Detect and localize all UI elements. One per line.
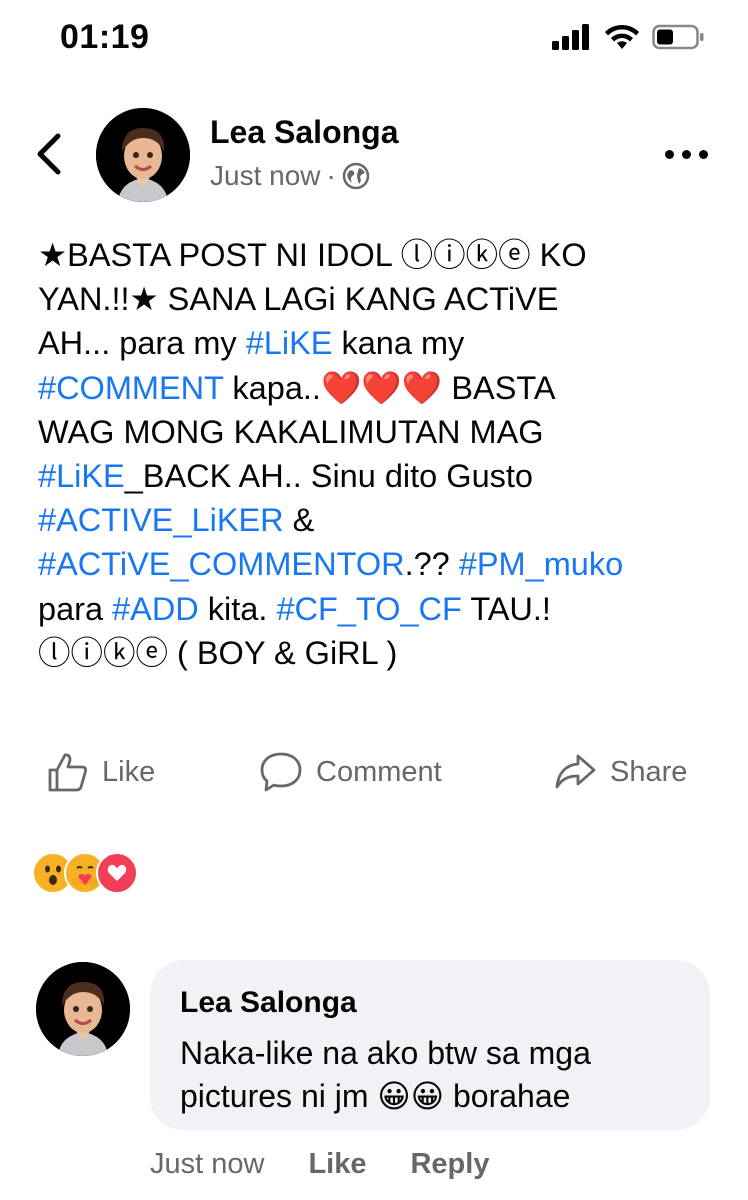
author-avatar[interactable] bbox=[96, 108, 190, 202]
share-arrow-icon bbox=[555, 754, 596, 789]
hashtag-link[interactable]: #ACTiVE_COMMENTOR bbox=[38, 546, 405, 582]
comment-text: Naka-like na ako btw sa mga pictures ni … bbox=[180, 1035, 591, 1114]
post-text: WAG MONG KAKALIMUTAN MAG bbox=[38, 413, 544, 450]
post-body-line: #COMMENT kapa..❤️❤️❤️ BASTA bbox=[38, 366, 718, 410]
wifi-icon bbox=[605, 24, 639, 49]
comment-button[interactable]: Comment bbox=[258, 748, 442, 796]
post-text: kana my bbox=[332, 325, 465, 362]
commenter-avatar[interactable] bbox=[36, 962, 130, 1056]
commenter-name[interactable]: Lea Salonga bbox=[180, 986, 357, 1020]
status-icons bbox=[552, 24, 704, 50]
post-body: ★BASTA POST NI IDOL ⓛⓘⓚⓔ KO YAN.!!★ SANA … bbox=[38, 233, 718, 675]
post-body-line: ⓛⓘⓚⓔ ( BOY & GiRL ) bbox=[38, 631, 718, 675]
post-body-line: AH... para my #LiKE kana my bbox=[38, 321, 718, 365]
post-meta: Just now · bbox=[210, 160, 370, 192]
post-body-line: #ACTiVE_COMMENTOR.?? #PM_muko bbox=[38, 542, 718, 586]
hashtag-link[interactable]: #CF_TO_CF bbox=[276, 591, 461, 627]
hashtag-link[interactable]: #COMMENT bbox=[38, 370, 223, 406]
comment-bubble-icon bbox=[260, 752, 302, 792]
comment-reply-button[interactable]: Reply bbox=[410, 1148, 489, 1181]
post-text: kita. bbox=[198, 590, 277, 627]
more-options-icon[interactable] bbox=[665, 150, 708, 159]
hashtag-link[interactable]: #ACTIVE_LiKER bbox=[38, 502, 284, 538]
post-text: _BACK AH.. Sinu dito Gusto bbox=[124, 458, 533, 495]
avatar-illustration bbox=[36, 962, 130, 1056]
post-body-line: #LiKE_BACK AH.. Sinu dito Gusto bbox=[38, 454, 718, 498]
post-body-line: WAG MONG KAKALIMUTAN MAG bbox=[38, 410, 718, 454]
hashtag-link[interactable]: #LiKE bbox=[246, 325, 333, 361]
comment-time[interactable]: Just now bbox=[150, 1148, 264, 1181]
hashtag-link[interactable]: #LiKE bbox=[38, 458, 125, 494]
share-button[interactable]: Share bbox=[554, 748, 687, 796]
post-text: .?? bbox=[404, 546, 459, 583]
post-body-line: YAN.!!★ SANA LAGi KANG ACTiVE bbox=[38, 277, 718, 321]
meta-separator: · bbox=[326, 160, 336, 191]
thumbs-up-icon bbox=[48, 753, 87, 792]
post-text: ★BASTA POST NI IDOL ⓛⓘⓚⓔ KO bbox=[38, 237, 587, 273]
hashtag-link[interactable]: #ADD bbox=[112, 591, 199, 627]
post-body-line: #ACTIVE_LiKER & bbox=[38, 498, 718, 542]
post-text: YAN.!!★ SANA LAGi KANG ACTiVE bbox=[38, 281, 559, 318]
post-body-line: para #ADD kita. #CF_TO_CF TAU.! bbox=[38, 587, 718, 631]
comment-like-button[interactable]: Like bbox=[308, 1148, 366, 1181]
author-name[interactable]: Lea Salonga bbox=[210, 114, 399, 151]
love-icon bbox=[96, 852, 138, 894]
comment-label: Comment bbox=[316, 755, 442, 788]
like-label: Like bbox=[102, 755, 156, 788]
post-text: kapa..❤️❤️❤️ BASTA bbox=[223, 369, 556, 406]
status-time: 01:19 bbox=[60, 18, 150, 56]
battery-icon bbox=[652, 24, 704, 50]
share-label: Share bbox=[610, 755, 688, 788]
post-time[interactable]: Just now bbox=[210, 160, 321, 192]
avatar-illustration bbox=[96, 108, 190, 202]
post-body-line: ★BASTA POST NI IDOL ⓛⓘⓚⓔ KO bbox=[38, 233, 718, 277]
hashtag-link[interactable]: #PM_muko bbox=[459, 546, 623, 582]
post-text: & bbox=[283, 502, 315, 539]
comment-footer: Just now Like Reply bbox=[150, 1148, 489, 1181]
like-button[interactable]: Like bbox=[46, 748, 155, 796]
reaction-summary[interactable] bbox=[32, 852, 138, 894]
post-text: AH... para my bbox=[38, 325, 246, 362]
post-text: TAU.! bbox=[461, 590, 551, 627]
globe-icon bbox=[342, 162, 370, 190]
post-text: para bbox=[38, 590, 113, 627]
signal-icon bbox=[552, 24, 589, 50]
back-chevron-icon[interactable] bbox=[30, 130, 70, 178]
post-text: ⓛⓘⓚⓔ ( BOY & GiRL ) bbox=[38, 634, 398, 671]
